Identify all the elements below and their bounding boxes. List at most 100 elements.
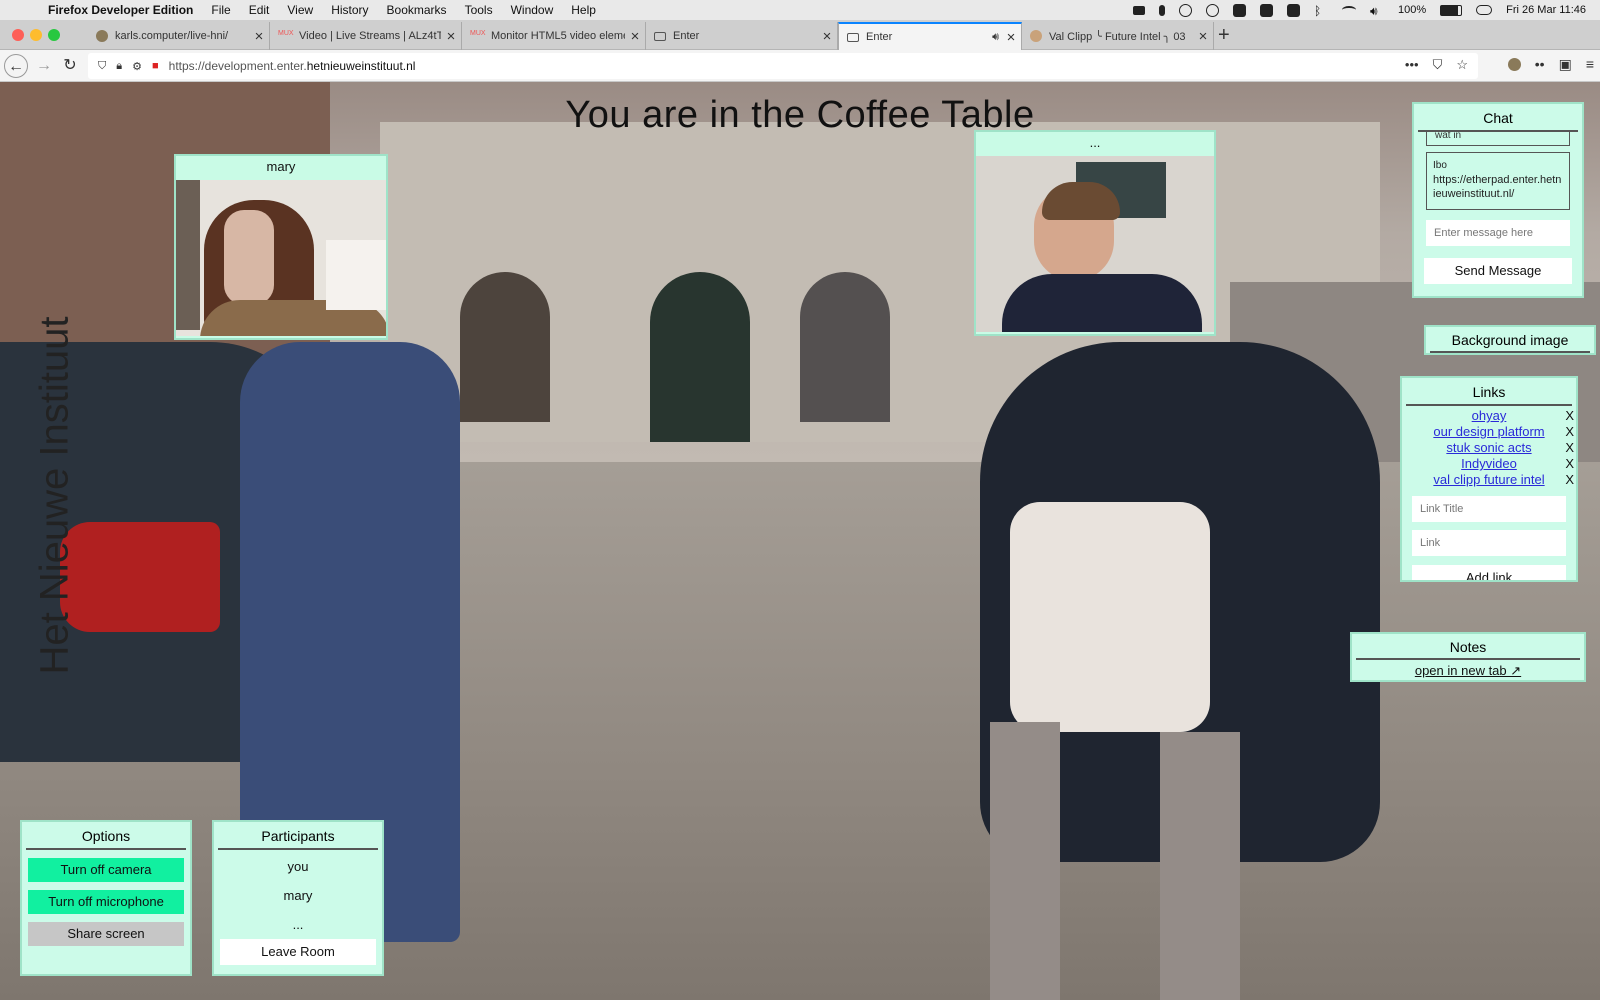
obs-icon[interactable] <box>1178 3 1192 17</box>
chat-message-text: https://etherpad.enter.hetnieuweinstituu… <box>1433 174 1562 200</box>
page-actions-icon[interactable]: ••• <box>1405 57 1419 73</box>
menu-view[interactable]: View <box>287 3 313 17</box>
close-tab-icon[interactable]: × <box>1193 28 1213 45</box>
menu-app-name[interactable]: Firefox Developer Edition <box>48 3 193 17</box>
add-link-button[interactable]: Add link <box>1412 565 1566 580</box>
background-image-button[interactable]: Background image <box>1430 327 1590 353</box>
open-notes-link[interactable]: open in new tab ↗ <box>1352 663 1584 679</box>
close-window-button[interactable] <box>12 29 24 41</box>
remove-link-icon[interactable]: X <box>1565 408 1574 423</box>
extension-globe-icon[interactable] <box>1507 58 1521 71</box>
zoom-window-button[interactable] <box>48 29 60 41</box>
brand-vertical-text: Het Nieuwe Instituut <box>32 316 77 675</box>
remove-link-icon[interactable]: X <box>1565 440 1574 455</box>
menu-edit[interactable]: Edit <box>249 3 270 17</box>
permissions-icon[interactable]: ⚙ <box>132 60 142 73</box>
tab-enter[interactable]: Enter × <box>646 22 838 50</box>
navigation-bar: ← → ↻ ⛉ 🔒︎ ⚙ ■ https://development.enter… <box>0 50 1600 82</box>
clock[interactable]: Fri 26 Mar 11:46 <box>1506 4 1586 16</box>
tab-monitor-html5[interactable]: MUX Monitor HTML5 video element × <box>462 22 646 50</box>
chat-message-input[interactable]: Enter message here <box>1426 220 1570 246</box>
chat-message-text: wat in <box>1435 132 1462 141</box>
extension-dots-icon[interactable]: •• <box>1535 56 1545 73</box>
close-tab-icon[interactable]: × <box>249 28 269 45</box>
pocket-icon[interactable]: ⛉ <box>1433 57 1443 73</box>
reload-icon[interactable]: ↻ <box>58 54 82 78</box>
participant-item: ... <box>292 917 304 932</box>
send-message-button[interactable]: Send Message <box>1424 258 1572 284</box>
remove-link-icon[interactable]: X <box>1565 424 1574 439</box>
bookmark-star-icon[interactable]: ☆ <box>1456 57 1468 73</box>
participants-title: Participants <box>218 822 378 850</box>
link-anchor[interactable]: our design platform <box>1433 424 1544 439</box>
remove-link-icon[interactable]: X <box>1565 472 1574 487</box>
forward-icon[interactable]: → <box>32 54 56 78</box>
grid-app-icon[interactable] <box>1232 3 1246 17</box>
link-anchor[interactable]: ohyay <box>1472 408 1507 423</box>
page-viewport: You are in the Coffee Table Het Nieuwe I… <box>0 82 1600 1000</box>
link-item: ohyay X <box>1402 408 1576 424</box>
chat-message-author: Ibo <box>1433 160 1447 171</box>
control-center-icon[interactable] <box>1476 5 1493 15</box>
toggle-microphone-button[interactable]: Turn off microphone <box>28 890 184 914</box>
speaker-icon[interactable]: 🔊︎ <box>992 31 999 44</box>
wifi-icon[interactable] <box>1341 6 1356 14</box>
url-domain: hetnieuweinstituut.nl <box>306 59 416 73</box>
link-item: Indyvideo X <box>1402 456 1576 472</box>
battery-icon[interactable] <box>1440 4 1463 16</box>
leave-room-button[interactable]: Leave Room <box>220 939 376 965</box>
video-feed <box>176 180 386 336</box>
lock-icon[interactable]: 🔒︎ <box>116 60 122 73</box>
links-list: ohyay X our design platform X stuk sonic a… <box>1402 406 1576 488</box>
video-name-label: ... <box>1089 135 1101 150</box>
video-tile-anonymous: ... <box>974 130 1216 336</box>
shield-icon[interactable]: ⛉ <box>98 60 106 73</box>
volume-icon[interactable]: 🔊︎ <box>1370 4 1384 18</box>
tab-title: Enter <box>866 31 893 43</box>
link-title-input[interactable]: Link Title <box>1412 496 1566 522</box>
back-icon[interactable]: ← <box>4 54 28 78</box>
camera-sharing-icon[interactable]: ■ <box>152 60 159 72</box>
microphone-status-icon[interactable] <box>1158 4 1165 16</box>
menu-bookmarks[interactable]: Bookmarks <box>387 3 447 17</box>
tab-enter-active[interactable]: Enter 🔊︎ × <box>838 22 1022 50</box>
close-tab-icon[interactable]: × <box>625 28 645 45</box>
close-tab-icon[interactable]: × <box>817 28 837 45</box>
options-panel: Options Turn off camera Turn off microph… <box>20 820 192 976</box>
toggle-camera-button[interactable]: Turn off camera <box>28 858 184 882</box>
camera-status-icon[interactable] <box>1132 5 1145 15</box>
tab-video-live-streams[interactable]: MUX Video | Live Streams | ALz4tTD × <box>270 22 462 50</box>
close-tab-icon[interactable]: × <box>441 28 461 45</box>
remove-link-icon[interactable]: X <box>1565 456 1574 471</box>
participant-item: you <box>287 859 309 874</box>
monitor-favicon-icon <box>654 31 666 41</box>
moon-icon[interactable] <box>1205 3 1219 17</box>
link-anchor[interactable]: stuk sonic acts <box>1446 440 1531 455</box>
link-url-input[interactable]: Link <box>1412 530 1566 556</box>
menu-hamburger-icon[interactable]: ≡ <box>1586 56 1594 73</box>
minimize-window-button[interactable] <box>30 29 42 41</box>
menu-history[interactable]: History <box>331 3 368 17</box>
bluetooth-icon[interactable]: ᛒ <box>1314 4 1328 18</box>
menu-file[interactable]: File <box>211 3 230 17</box>
extension-box-icon[interactable]: ▣ <box>1559 56 1572 73</box>
tab-karls-computer[interactable]: karls.computer/live-hni/ × <box>88 22 270 50</box>
globe-favicon-icon <box>96 30 108 42</box>
menu-window[interactable]: Window <box>511 3 554 17</box>
share-screen-button[interactable]: Share screen <box>28 922 184 946</box>
tab-title: Val Clipp ╰ Future Intel ╮ 03 <box>1049 30 1186 43</box>
video-feed <box>976 156 1214 332</box>
close-tab-icon[interactable]: × <box>1001 29 1021 46</box>
tab-title: karls.computer/live-hni/ <box>115 30 229 42</box>
new-tab-icon[interactable]: + <box>1218 24 1230 47</box>
link-anchor[interactable]: val clipp future intel <box>1433 472 1544 487</box>
background-image-panel: Background image <box>1424 325 1596 355</box>
url-bar[interactable]: ⛉ 🔒︎ ⚙ ■ https://development.enter.hetni… <box>88 53 1478 79</box>
text-input-icon[interactable] <box>1286 3 1300 17</box>
cube-app-icon[interactable] <box>1259 3 1273 17</box>
participants-panel: Participants you mary ... Leave Room <box>212 820 384 976</box>
tab-val-clipp[interactable]: Val Clipp ╰ Future Intel ╮ 03 × <box>1022 22 1214 50</box>
link-anchor[interactable]: Indyvideo <box>1461 456 1517 471</box>
menu-tools[interactable]: Tools <box>465 3 493 17</box>
menu-help[interactable]: Help <box>571 3 596 17</box>
